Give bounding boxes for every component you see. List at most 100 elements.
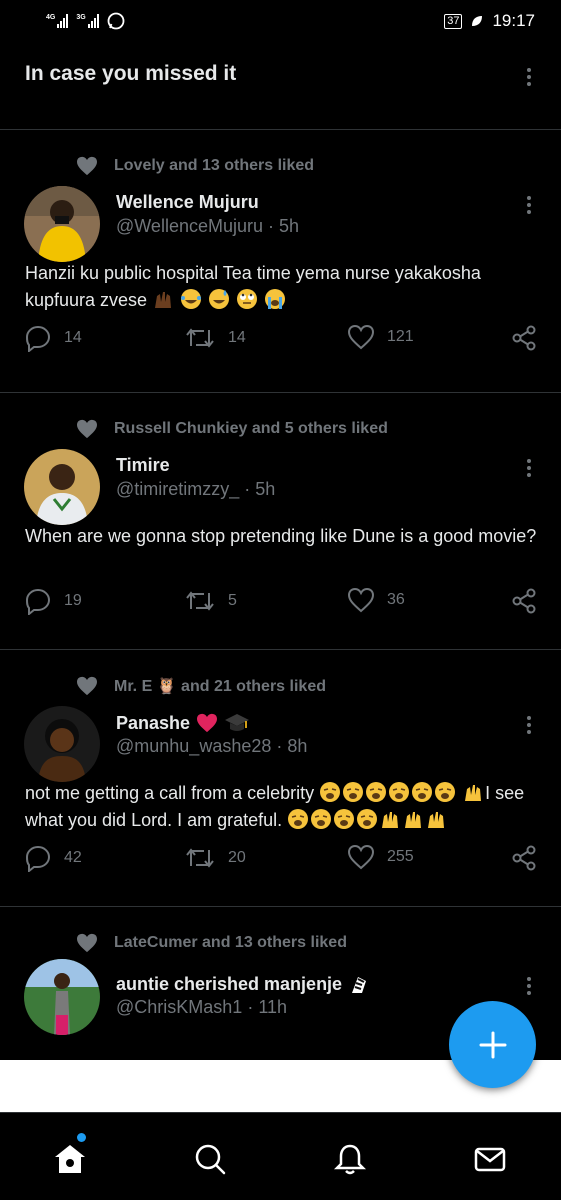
retweet-button[interactable]: 14 (184, 324, 246, 352)
liked-by-row: LateCumer and 13 others liked (76, 933, 347, 953)
tweet-more-icon[interactable] (519, 977, 539, 995)
like-button[interactable]: 255 (347, 844, 414, 870)
tweet[interactable]: Russell Chunkiey and 5 others liked Timi… (0, 393, 561, 650)
nav-search[interactable] (192, 1141, 228, 1177)
author-handle-row: @timiretimzzy_ · 5h (116, 479, 275, 500)
author-handle[interactable]: @WellenceMujuru (116, 216, 263, 236)
heart-icon (77, 933, 97, 953)
author-handle[interactable]: @ChrisKMash1 (116, 997, 242, 1017)
tweet-time: · 5h (268, 216, 300, 236)
share-button[interactable] (510, 844, 538, 872)
emoji-weary-face-group (319, 782, 462, 803)
liked-by-row: Russell Chunkiey and 5 others liked (76, 419, 388, 439)
nav-home[interactable] (52, 1141, 88, 1177)
tweet-more-icon[interactable] (519, 196, 539, 214)
more-options-icon[interactable] (519, 68, 539, 86)
liked-by-text: Russell Chunkiey and 5 others liked (114, 420, 388, 437)
signal-3g-icon: 3G (76, 14, 99, 28)
red-heart-emoji (197, 713, 218, 733)
author-name[interactable]: auntie cherished manjenje (116, 974, 342, 995)
share-icon (512, 325, 536, 351)
notification-dot (77, 1133, 86, 1142)
whatsapp-icon (107, 12, 125, 30)
retweet-count: 14 (228, 329, 246, 346)
leaf-icon (472, 16, 483, 26)
retweet-count: 5 (228, 592, 237, 609)
reply-button[interactable]: 14 (24, 324, 82, 352)
liked-by-text: LateCumer and 13 others liked (114, 934, 347, 951)
zebra-emoji (352, 977, 367, 993)
avatar[interactable] (24, 186, 100, 262)
author-handle-row: @WellenceMujuru · 5h (116, 216, 299, 237)
tweet-actions: 14 14 121 (0, 324, 561, 354)
tweet-more-icon[interactable] (519, 459, 539, 477)
like-button[interactable]: 36 (347, 587, 405, 613)
battery-icon: 37 (444, 13, 463, 29)
reply-count: 14 (64, 329, 82, 346)
emoji-rolling-eyes (236, 288, 258, 310)
tweet-more-icon[interactable] (519, 716, 539, 734)
heart-icon (347, 844, 375, 870)
tweet-time: · 5h (244, 479, 276, 499)
tweet-actions: 19 5 36 (0, 587, 561, 617)
avatar[interactable] (24, 706, 100, 782)
emoji-weary-face-group-2 (287, 809, 448, 830)
author-handle-row: @munhu_washe28 · 8h (116, 736, 307, 757)
author-name-row: Timire (116, 455, 170, 476)
page-title: In case you missed it (25, 62, 237, 85)
tweet-actions: 42 20 255 (0, 844, 561, 874)
emoji-raised-hands (152, 288, 174, 310)
retweet-button[interactable]: 20 (184, 844, 246, 872)
search-icon (195, 1144, 226, 1175)
tweet[interactable]: Lovely and 13 others liked Wellence Muju… (0, 130, 561, 393)
retweet-count: 20 (228, 849, 246, 866)
signal-4g-icon: 4G (46, 14, 69, 28)
author-name-row: auntie cherished manjenje (116, 973, 370, 995)
like-count: 121 (387, 328, 414, 345)
reply-icon (25, 845, 51, 872)
share-button[interactable] (510, 324, 538, 352)
emoji-sob (264, 288, 286, 310)
author-name[interactable]: Timire (116, 455, 170, 476)
emoji-joy (180, 288, 202, 310)
tweet-text: When are we gonna stop pretending like D… (25, 526, 537, 546)
heart-icon (347, 587, 375, 613)
author-name[interactable]: Wellence Mujuru (116, 192, 259, 213)
retweet-icon (186, 848, 214, 868)
avatar[interactable] (24, 959, 100, 1035)
reply-count: 19 (64, 592, 82, 609)
share-button[interactable] (510, 587, 538, 615)
retweet-icon (186, 328, 214, 348)
author-handle[interactable]: @munhu_washe28 (116, 736, 271, 756)
nav-messages[interactable] (472, 1141, 508, 1177)
bell-icon (333, 1144, 367, 1175)
graduation-cap-emoji (225, 714, 250, 731)
compose-button[interactable] (449, 1001, 536, 1088)
status-left: 4G 3G (46, 12, 125, 30)
like-count: 255 (387, 848, 414, 865)
author-handle[interactable]: @timiretimzzy_ (116, 479, 239, 499)
heart-icon (77, 156, 97, 176)
author-name-row: Wellence Mujuru (116, 192, 259, 213)
header: In case you missed it (0, 42, 561, 130)
reply-count: 42 (64, 849, 82, 866)
author-name[interactable]: Panashe (116, 713, 190, 734)
nav-notifications[interactable] (332, 1141, 368, 1177)
liked-by-text: Mr. E 🦉 and 21 others liked (114, 678, 326, 695)
emoji-raised-hands (462, 781, 484, 803)
retweet-button[interactable]: 5 (184, 587, 237, 615)
avatar[interactable] (24, 449, 100, 525)
heart-icon (77, 419, 97, 439)
author-handle-row: @ChrisKMash1 · 11h (116, 997, 287, 1018)
reply-button[interactable]: 42 (24, 844, 82, 872)
share-icon (512, 588, 536, 614)
like-button[interactable]: 121 (347, 324, 414, 350)
clock: 19:17 (492, 11, 535, 30)
liked-by-row: Lovely and 13 others liked (76, 156, 314, 176)
tweet-time: · 11h (247, 997, 288, 1017)
reply-icon (25, 588, 51, 615)
plus-icon (479, 1031, 506, 1058)
tweet-text: not me getting a call from a celebrity I… (25, 781, 525, 830)
reply-button[interactable]: 19 (24, 587, 82, 615)
tweet[interactable]: Mr. E 🦉 and 21 others liked Panashe @mun… (0, 650, 561, 907)
